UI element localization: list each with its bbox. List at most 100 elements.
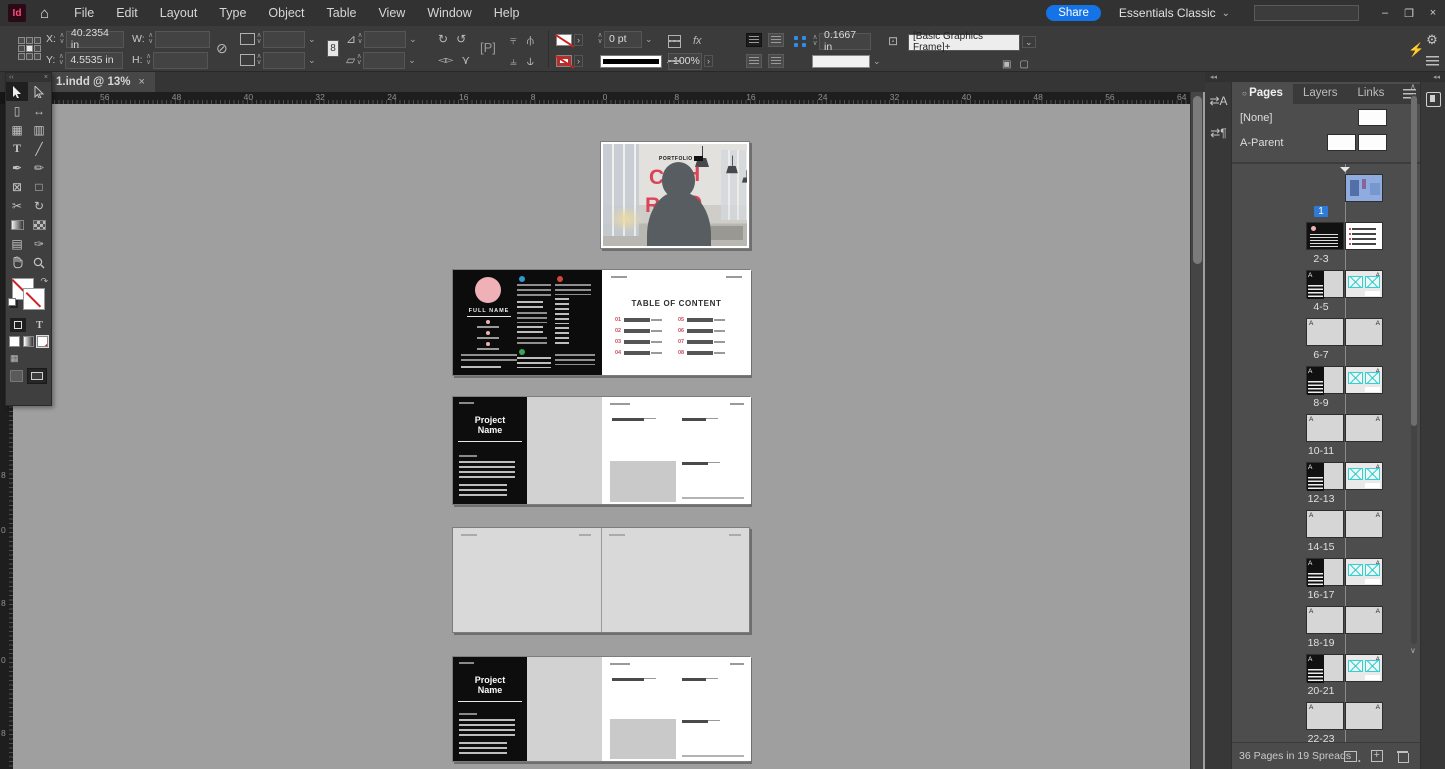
distribute-vertical-icon[interactable]: ⫝: [527, 54, 534, 69]
align-bottom-icon[interactable]: ⫨: [510, 54, 517, 69]
workspace-switcher[interactable]: Essentials Classic: [1119, 6, 1216, 20]
screen-mode-button[interactable]: [27, 368, 47, 384]
reference-point-proxy[interactable]: [18, 37, 41, 60]
canvas-scrollbar-thumb[interactable]: [1193, 96, 1202, 264]
text-wrap-jump-icon[interactable]: [768, 54, 784, 68]
content-collector-tool[interactable]: ▦: [6, 120, 28, 139]
eyedropper-tool[interactable]: ✑: [28, 234, 50, 253]
default-fill-stroke-icon[interactable]: [8, 298, 16, 306]
h-field[interactable]: [153, 52, 208, 69]
menu-type[interactable]: Type: [208, 6, 257, 20]
master-none-row[interactable]: [None]: [1232, 106, 1420, 130]
constrain-dimensions-icon[interactable]: ⊘: [216, 40, 228, 57]
preview-mode-button[interactable]: [10, 370, 23, 382]
spread-blank-1[interactable]: [452, 527, 750, 633]
menu-help[interactable]: Help: [483, 6, 531, 20]
menu-view[interactable]: View: [367, 6, 416, 20]
scale-x-field[interactable]: [263, 31, 305, 48]
share-button[interactable]: Share: [1046, 5, 1101, 21]
pages-list[interactable]: 12-3AA4-5AA6-7AA8-9AA10-11AA12-13AA14-15…: [1232, 164, 1420, 742]
view-options-icon[interactable]: ▦: [10, 353, 51, 364]
shear-chevron-icon[interactable]: ⌄: [408, 55, 416, 66]
page-thumbnail[interactable]: A: [1306, 558, 1344, 586]
selection-tool[interactable]: [6, 82, 28, 101]
menu-window[interactable]: Window: [416, 6, 482, 20]
note-tool[interactable]: ▤: [6, 234, 28, 253]
h-stepper[interactable]: ∧∨: [145, 54, 153, 66]
stroke-color-swatch[interactable]: [24, 289, 44, 309]
clear-overrides-icon[interactable]: ▢: [1019, 59, 1028, 70]
page-thumbnail[interactable]: [1345, 174, 1383, 202]
character-styles-panel-icon[interactable]: ⇄A: [1205, 88, 1232, 114]
master-a-parent-row[interactable]: A-Parent: [1232, 131, 1420, 155]
gap-tool[interactable]: ↔: [28, 101, 50, 120]
page-thumbnail[interactable]: A: [1345, 606, 1383, 634]
tab-layers[interactable]: Layers: [1293, 84, 1348, 104]
y-stepper[interactable]: ∧∨: [57, 54, 65, 66]
y-field[interactable]: 4.5535 in: [65, 52, 123, 69]
cc-libraries-panel-icon[interactable]: [1426, 92, 1441, 107]
x-stepper[interactable]: ∧∨: [58, 33, 66, 45]
menu-table[interactable]: Table: [316, 6, 368, 20]
select-content-icon[interactable]: [P]: [480, 40, 496, 55]
object-style-chevron-icon[interactable]: ⌄: [1022, 36, 1036, 48]
fx-icon[interactable]: fx: [693, 35, 702, 47]
stroke-weight-chevron-icon[interactable]: ⌄: [645, 34, 653, 45]
page-thumbnail[interactable]: [1306, 222, 1344, 250]
constrain-scale-icon[interactable]: 8: [327, 40, 339, 57]
search-input[interactable]: [1254, 5, 1359, 21]
master-a-parent-thumbnail-left[interactable]: [1327, 134, 1356, 151]
flip-vertical-icon[interactable]: ⋎: [461, 53, 470, 67]
w-field[interactable]: [155, 31, 210, 48]
apply-none-button[interactable]: [37, 336, 48, 347]
effects-icon[interactable]: [668, 40, 681, 42]
x-field[interactable]: 40.2354 in: [66, 31, 124, 48]
spread-project-1[interactable]: Project Name: [452, 396, 750, 505]
page-tool[interactable]: ▯: [6, 101, 28, 120]
fill-swatch[interactable]: [556, 34, 572, 46]
page-thumbnail[interactable]: A: [1345, 366, 1383, 394]
corner-style-dropdown[interactable]: [812, 55, 870, 68]
stroke-expand-icon[interactable]: ›: [574, 55, 583, 67]
restore-button[interactable]: ❐: [1397, 0, 1421, 26]
menu-file[interactable]: File: [63, 6, 105, 20]
page-thumbnail[interactable]: A: [1345, 270, 1383, 298]
pages-scrollbar-thumb[interactable]: [1411, 96, 1417, 426]
spread-cover-page[interactable]: CHRDAO PORTFOLIO: [600, 141, 750, 249]
object-style-dropdown[interactable]: [Basic Graphics Frame]+: [908, 34, 1020, 51]
menu-layout[interactable]: Layout: [149, 6, 209, 20]
corner-radius-field[interactable]: 0.1667 in: [819, 33, 871, 50]
scale-x-stepper[interactable]: ∧∨: [255, 33, 263, 45]
tab-links[interactable]: Links: [1347, 84, 1394, 104]
master-a-parent-thumbnail-right[interactable]: [1358, 134, 1387, 151]
document-canvas[interactable]: CHRDAO PORTFOLIO FULL NAME: [0, 92, 1190, 769]
tools-close-icon[interactable]: ×: [44, 74, 48, 81]
menu-object[interactable]: Object: [257, 6, 315, 20]
line-tool[interactable]: ╱: [28, 139, 50, 158]
free-transform-tool[interactable]: ↻: [28, 196, 50, 215]
gradient-feather-tool[interactable]: [28, 215, 50, 234]
tab-pages[interactable]: Pages: [1232, 84, 1293, 104]
corner-shape-icon[interactable]: [794, 36, 807, 47]
page-thumbnail[interactable]: A: [1306, 702, 1344, 730]
minimize-button[interactable]: –: [1373, 0, 1397, 26]
page-thumbnail[interactable]: A: [1345, 462, 1383, 490]
create-new-page-icon[interactable]: [1371, 750, 1383, 762]
formatting-affects-container-button[interactable]: [10, 318, 26, 332]
text-wrap-none-icon[interactable]: [746, 33, 762, 47]
page-thumbnail[interactable]: A: [1345, 318, 1383, 346]
content-placer-tool[interactable]: ▥: [28, 120, 50, 139]
page-thumbnail[interactable]: A: [1345, 702, 1383, 730]
page-thumbnail[interactable]: A: [1345, 414, 1383, 442]
pencil-tool[interactable]: ✏: [28, 158, 50, 177]
stroke-weight-field[interactable]: 0 pt: [604, 31, 642, 48]
scissors-tool[interactable]: ✂: [6, 196, 28, 215]
scale-y-field[interactable]: [263, 52, 305, 69]
stroke-style-dropdown[interactable]: [600, 55, 662, 68]
fill-expand-icon[interactable]: ›: [574, 34, 583, 46]
document-tab[interactable]: 1.indd @ 13% ×: [46, 72, 155, 92]
stroke-swatch[interactable]: [556, 55, 572, 67]
edit-page-size-icon[interactable]: [1344, 751, 1357, 762]
rotation-chevron-icon[interactable]: ⌄: [409, 34, 417, 45]
master-none-thumbnail[interactable]: [1358, 109, 1387, 126]
